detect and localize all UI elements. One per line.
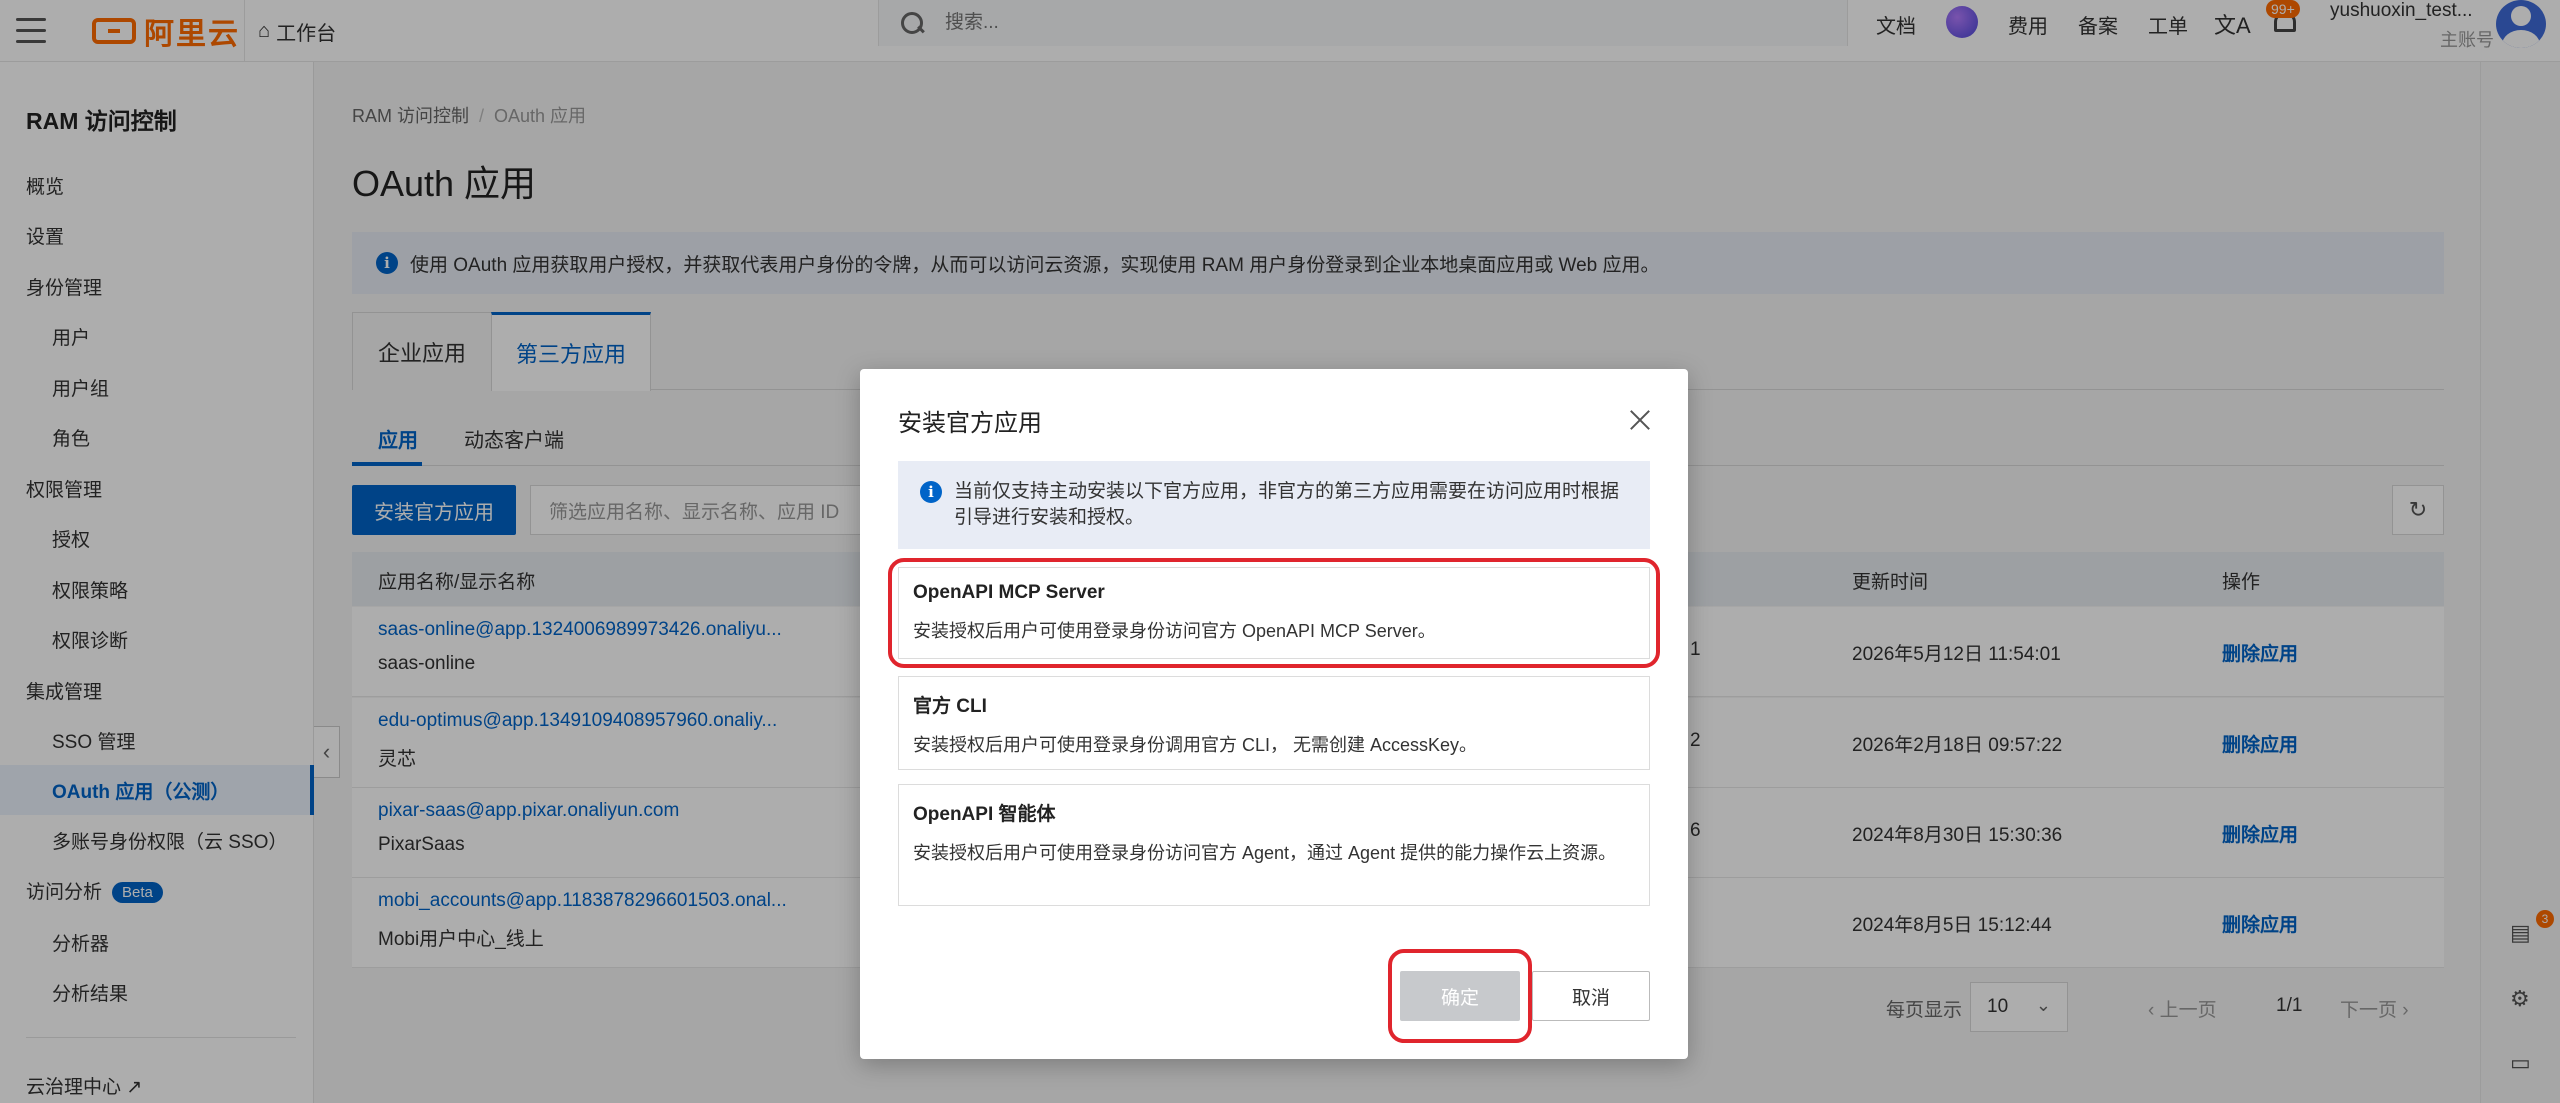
cancel-button[interactable]: 取消: [1532, 971, 1650, 1021]
option-official-cli[interactable]: 官方 CLI 安装授权后用户可使用登录身份调用官方 CLI， 无需创建 Acce…: [898, 676, 1650, 770]
option-description: 安装授权后用户可使用登录身份调用官方 CLI， 无需创建 AccessKey。: [913, 735, 1478, 755]
option-title: 官方 CLI: [913, 696, 987, 717]
option-title: OpenAPI 智能体: [913, 804, 1056, 825]
dialog-notice: i 当前仅支持主动安装以下官方应用，非官方的第三方应用需要在访问应用时根据引导进…: [898, 461, 1650, 549]
highlight-ring: [888, 558, 1660, 668]
install-official-app-dialog: 安装官方应用 i 当前仅支持主动安装以下官方应用，非官方的第三方应用需要在访问应…: [860, 369, 1688, 1059]
highlight-ring: [1388, 949, 1532, 1043]
option-openapi-agent[interactable]: OpenAPI 智能体 安装授权后用户可使用登录身份访问官方 Agent，通过 …: [898, 784, 1650, 906]
dialog-notice-text: 当前仅支持主动安装以下官方应用，非官方的第三方应用需要在访问应用时根据引导进行安…: [954, 481, 1620, 528]
close-icon[interactable]: [1624, 405, 1656, 437]
dialog-title: 安装官方应用: [898, 410, 1042, 437]
info-icon: i: [920, 481, 942, 503]
option-description: 安装授权后用户可使用登录身份访问官方 Agent，通过 Agent 提供的能力操…: [913, 843, 1617, 863]
